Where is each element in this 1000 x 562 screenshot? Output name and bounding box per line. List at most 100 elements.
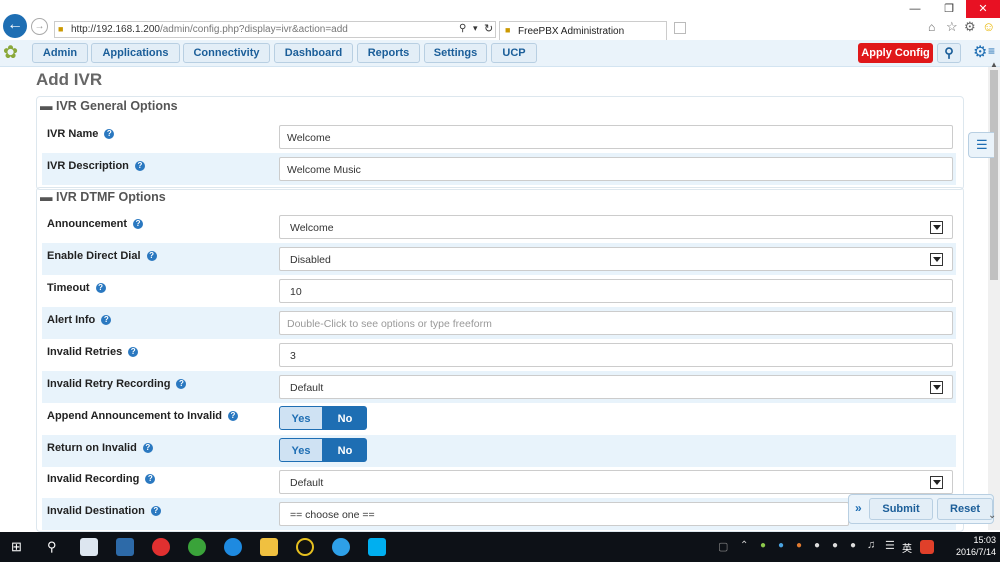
network-icon[interactable]: ☰ <box>885 539 895 552</box>
back-icon[interactable]: ← <box>3 14 27 38</box>
tray-app-icon[interactable]: ● <box>814 540 820 551</box>
minimize-icon[interactable]: — <box>898 0 932 18</box>
help-icon[interactable]: ? <box>104 129 115 139</box>
return-no-button[interactable]: No <box>323 438 367 462</box>
forward-icon[interactable]: → <box>31 18 48 35</box>
apply-config-button[interactable]: Apply Config <box>858 43 933 63</box>
direct-dial-select[interactable]: Disabled <box>279 247 953 271</box>
skype-icon[interactable] <box>368 538 386 556</box>
network-app-icon[interactable] <box>116 538 134 556</box>
return-on-invalid-toggle: Yes No <box>279 438 367 462</box>
help-icon[interactable]: ? <box>145 474 156 484</box>
gear-icon[interactable]: ⚙ <box>964 19 976 35</box>
search-icon[interactable]: ⚲ <box>47 539 57 555</box>
invalid-retries-input[interactable]: 3 <box>279 343 953 367</box>
invalid-recording-label: Invalid Recording? <box>47 473 156 485</box>
menu-icon[interactable]: ≡ <box>988 44 995 58</box>
append-yes-button[interactable]: Yes <box>279 406 323 430</box>
red-app-icon[interactable] <box>152 538 170 556</box>
ivr-description-row: IVR Description? Welcome Music <box>42 153 956 185</box>
qq-icon[interactable] <box>296 538 314 556</box>
append-announcement-row: Append Announcement to Invalid? Yes No <box>42 403 956 435</box>
ivr-description-input[interactable]: Welcome Music <box>279 157 953 181</box>
nav-connectivity[interactable]: Connectivity <box>183 43 270 63</box>
nav-reports[interactable]: Reports <box>357 43 420 63</box>
alert-info-input[interactable]: Double-Click to see options or type free… <box>279 311 953 335</box>
tray-app-icon[interactable]: ● <box>760 540 766 551</box>
internet-explorer-icon[interactable] <box>224 538 242 556</box>
collapse-actions-icon[interactable]: » <box>855 501 862 515</box>
favorites-icon[interactable]: ☆ <box>946 19 958 35</box>
refresh-icon[interactable]: ↻ <box>484 22 493 35</box>
invalid-retry-recording-select[interactable]: Default <box>279 375 953 399</box>
help-icon[interactable]: ? <box>150 506 161 516</box>
file-explorer-icon[interactable] <box>260 538 278 556</box>
tray-app-icon[interactable]: ● <box>796 540 802 551</box>
windows-taskbar: ⊞ ⚲ ▢ ⌃ ● ● ● ● ● ● ♫ ☰ 英 <box>0 532 1000 562</box>
scroll-down-icon[interactable]: ⌄ <box>988 510 996 521</box>
sogou-icon[interactable] <box>920 540 934 554</box>
clock-date: 2016/7/14 <box>955 547 996 557</box>
help-icon[interactable]: ? <box>95 283 106 293</box>
list-view-tab[interactable]: ☰ <box>968 132 994 158</box>
invalid-recording-select[interactable]: Default <box>279 470 953 494</box>
tray-app-icon[interactable]: ● <box>850 540 856 551</box>
collapse-icon: ▬ <box>40 190 53 204</box>
taskbar-clock[interactable]: 15:03 2016/7/14 <box>944 534 996 558</box>
nav-admin[interactable]: Admin <box>32 43 88 63</box>
scrollbar-thumb[interactable] <box>990 70 998 280</box>
tray-app-icon[interactable]: ● <box>778 540 784 551</box>
restore-icon[interactable]: ❐ <box>932 0 966 18</box>
announcement-select[interactable]: Welcome <box>279 215 953 239</box>
home-icon[interactable]: ⌂ <box>928 20 935 34</box>
tray-app-icon[interactable]: ● <box>832 540 838 551</box>
nav-settings[interactable]: Settings <box>424 43 487 63</box>
page-title: Add IVR <box>36 70 103 89</box>
chat-app-icon[interactable] <box>332 538 350 556</box>
reset-button[interactable]: Reset <box>937 498 993 520</box>
help-icon[interactable]: ? <box>142 443 153 453</box>
append-no-button[interactable]: No <box>323 406 367 430</box>
submit-button[interactable]: Submit <box>869 498 933 520</box>
search-icon[interactable]: ⚲ <box>937 43 961 63</box>
settings-gear-icon[interactable]: ⚙ <box>973 42 987 62</box>
scroll-up-icon[interactable]: ▲ <box>990 60 998 69</box>
tab-title: FreePBX Administration <box>518 26 625 37</box>
dtmf-options-heading[interactable]: ▬ IVR DTMF Options <box>40 190 166 204</box>
timeout-input[interactable]: 10 <box>279 279 953 303</box>
windows-start-icon[interactable]: ⊞ <box>11 540 22 553</box>
help-icon[interactable]: ? <box>133 219 144 229</box>
green-app-icon[interactable] <box>188 538 206 556</box>
help-icon[interactable]: ? <box>146 251 157 261</box>
show-hidden-icons-icon[interactable]: ⌃ <box>740 540 748 551</box>
app-navbar: ✿ Admin Applications Connectivity Dashbo… <box>0 40 1000 67</box>
nav-dashboard[interactable]: Dashboard <box>274 43 353 63</box>
browser-tab[interactable]: ■ FreePBX Administration <box>499 21 667 40</box>
url-bar[interactable]: ■ http://192.168.1.200/admin/config.php?… <box>54 21 496 38</box>
nav-applications[interactable]: Applications <box>91 43 180 63</box>
new-tab-icon[interactable] <box>674 22 686 34</box>
general-options-heading[interactable]: ▬ IVR General Options <box>40 99 178 113</box>
invalid-destination-select[interactable]: == choose one == <box>279 502 849 526</box>
return-yes-button[interactable]: Yes <box>279 438 323 462</box>
ivr-name-input[interactable]: Welcome <box>279 125 953 149</box>
return-on-invalid-label: Return on Invalid? <box>47 442 153 454</box>
close-icon[interactable]: ✕ <box>966 0 1000 18</box>
nav-ucp[interactable]: UCP <box>491 43 537 63</box>
smiley-icon[interactable]: ☺ <box>982 19 995 34</box>
help-icon[interactable]: ? <box>134 161 145 171</box>
browser-address-row: ← → ■ http://192.168.1.200/admin/config.… <box>0 14 1000 40</box>
desktop-icon[interactable]: ▢ <box>718 540 728 553</box>
help-icon[interactable]: ? <box>101 315 112 325</box>
help-icon[interactable]: ? <box>227 411 238 421</box>
volume-icon[interactable]: ♫ <box>867 539 875 551</box>
alert-info-row: Alert Info? Double-Click to see options … <box>42 307 956 339</box>
ivr-description-label: IVR Description? <box>47 160 145 172</box>
search-icon[interactable]: ⚲ <box>459 23 466 34</box>
ime-indicator[interactable]: 英 <box>902 540 912 555</box>
app-icon[interactable] <box>80 538 98 556</box>
freepbx-logo-icon[interactable]: ✿ <box>3 42 18 62</box>
help-icon[interactable]: ? <box>176 379 187 389</box>
help-icon[interactable]: ? <box>128 347 139 357</box>
dropdown-icon[interactable]: ▾ <box>473 23 478 34</box>
